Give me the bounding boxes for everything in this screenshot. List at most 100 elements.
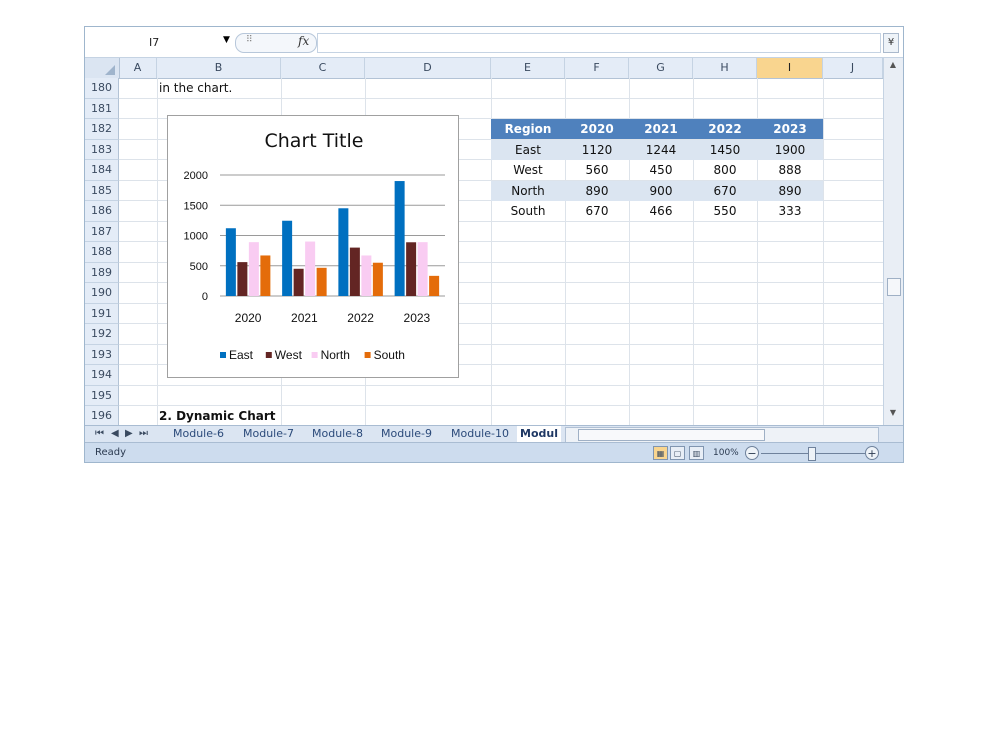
- row-gridline: [119, 97, 883, 99]
- row-header[interactable]: 189: [85, 262, 119, 283]
- row-header[interactable]: 182: [85, 119, 119, 140]
- table-header-2021[interactable]: 2021: [629, 119, 693, 139]
- expand-formula-bar-icon[interactable]: ¥: [883, 33, 899, 53]
- zoom-out-icon[interactable]: −: [745, 446, 759, 460]
- table-cell[interactable]: 466: [629, 201, 693, 221]
- name-box[interactable]: I7 ▼: [91, 33, 231, 51]
- table-cell[interactable]: 1244: [629, 139, 693, 160]
- row-header[interactable]: 191: [85, 303, 119, 324]
- zoom-in-icon[interactable]: +: [865, 446, 879, 460]
- row-header[interactable]: 180: [85, 78, 119, 99]
- sheet-tab-module-7[interactable]: Module-7: [243, 426, 294, 442]
- sheet-tab-active[interactable]: Modul: [517, 426, 561, 442]
- row-header[interactable]: 195: [85, 385, 119, 406]
- table-cell[interactable]: South: [491, 201, 565, 221]
- bar-north-2022: [361, 255, 372, 296]
- insert-function-pill[interactable]: ⠿ fx: [235, 33, 317, 53]
- cell-b180[interactable]: in the chart.: [159, 81, 232, 95]
- table-cell[interactable]: 1450: [693, 139, 757, 160]
- table-cell[interactable]: 1900: [757, 139, 823, 160]
- column-header-i[interactable]: I: [757, 58, 823, 78]
- row-header[interactable]: 196: [85, 406, 119, 425]
- vertical-scroll-thumb[interactable]: [887, 278, 901, 296]
- table-cell[interactable]: North: [491, 180, 565, 201]
- row-header[interactable]: 188: [85, 242, 119, 263]
- page-break-view-icon[interactable]: ▥: [689, 446, 704, 460]
- name-box-dropdown-icon[interactable]: ▼: [223, 35, 230, 45]
- row-header[interactable]: 194: [85, 365, 119, 386]
- table-cell[interactable]: 890: [757, 180, 823, 201]
- table-cell[interactable]: 670: [565, 201, 629, 221]
- vertical-scrollbar[interactable]: ▲ ▼: [883, 58, 903, 425]
- next-sheet-icon[interactable]: ▶: [125, 426, 133, 442]
- page-layout-view-icon[interactable]: ▢: [670, 446, 685, 460]
- select-all-button[interactable]: [85, 58, 120, 78]
- table-cell[interactable]: 333: [757, 201, 823, 221]
- row-header[interactable]: 192: [85, 324, 119, 345]
- formula-bar: I7 ▼ ⠿ fx ¥: [85, 27, 903, 58]
- table-cell[interactable]: 888: [757, 160, 823, 180]
- last-sheet-icon[interactable]: ⏭: [139, 426, 148, 442]
- table-cell[interactable]: 890: [565, 180, 629, 201]
- table-header-region[interactable]: Region: [491, 119, 565, 139]
- horizontal-scroll-thumb[interactable]: [578, 429, 765, 441]
- sheet-tab-module-8[interactable]: Module-8: [312, 426, 363, 442]
- legend-swatch-south: [364, 352, 371, 358]
- column-header-j[interactable]: J: [823, 58, 883, 78]
- first-sheet-icon[interactable]: ⏮: [95, 426, 104, 442]
- table-cell[interactable]: 900: [629, 180, 693, 201]
- status-bar: Ready ▦ ▢ ▥ 100% − +: [85, 442, 903, 462]
- table-cell[interactable]: 560: [565, 160, 629, 180]
- row-header[interactable]: 184: [85, 160, 119, 181]
- row-header[interactable]: 193: [85, 344, 119, 365]
- row-gridline: [119, 405, 883, 406]
- row-header[interactable]: 186: [85, 201, 119, 222]
- column-header-a[interactable]: A: [119, 58, 157, 78]
- y-tick-label: 2000: [184, 170, 208, 182]
- scroll-down-icon[interactable]: ▼: [886, 408, 900, 420]
- column-header-c[interactable]: C: [281, 58, 365, 78]
- bar-west-2022: [349, 247, 360, 296]
- table-cell[interactable]: East: [491, 139, 565, 160]
- column-gridline: [157, 78, 158, 425]
- status-ready: Ready: [95, 447, 127, 458]
- prev-sheet-icon[interactable]: ◀: [111, 426, 119, 442]
- bar-west-2020: [237, 262, 248, 296]
- row-header[interactable]: 190: [85, 283, 119, 304]
- column-header-g[interactable]: G: [629, 58, 693, 78]
- column-header-row: A B C D E F G H I J: [85, 58, 883, 79]
- sheet-tab-module-6[interactable]: Module-6: [173, 426, 224, 442]
- horizontal-scrollbar[interactable]: [565, 427, 879, 443]
- table-cell[interactable]: 450: [629, 160, 693, 180]
- column-header-b[interactable]: B: [157, 58, 281, 78]
- table-header-2023[interactable]: 2023: [757, 119, 823, 139]
- table-cell[interactable]: 670: [693, 180, 757, 201]
- table-cell[interactable]: 550: [693, 201, 757, 221]
- normal-view-icon[interactable]: ▦: [653, 446, 668, 460]
- bar-west-2021: [293, 268, 304, 296]
- column-header-f[interactable]: F: [565, 58, 629, 78]
- worksheet-grid[interactable]: 180 181 182 183 184 185 186 187 188 189 190 191 192 1…: [85, 78, 883, 425]
- row-header[interactable]: 185: [85, 180, 119, 201]
- column-header-h[interactable]: H: [693, 58, 757, 78]
- row-header[interactable]: 187: [85, 221, 119, 242]
- zoom-slider-thumb[interactable]: [808, 447, 816, 461]
- embedded-chart[interactable]: Chart Title 0 500 1000 1500 2000 2020 2021 2022…: [167, 115, 459, 378]
- scroll-up-icon[interactable]: ▲: [886, 60, 900, 72]
- column-header-d[interactable]: D: [365, 58, 491, 78]
- sheet-tab-module-9[interactable]: Module-9: [381, 426, 432, 442]
- insert-function-icon[interactable]: fx: [298, 34, 309, 48]
- table-cell[interactable]: West: [491, 160, 565, 180]
- cell-b196[interactable]: 2. Dynamic Chart: [159, 409, 276, 423]
- formula-input[interactable]: [317, 33, 881, 53]
- row-header[interactable]: 181: [85, 98, 119, 119]
- table-header-2020[interactable]: 2020: [565, 119, 629, 139]
- column-header-e[interactable]: E: [491, 58, 565, 78]
- sheet-tab-module-10[interactable]: Module-10: [451, 426, 509, 442]
- table-cell[interactable]: 1120: [565, 139, 629, 160]
- table-cell[interactable]: 800: [693, 160, 757, 180]
- table-header-2022[interactable]: 2022: [693, 119, 757, 139]
- zoom-level[interactable]: 100%: [713, 448, 739, 458]
- column-gridline: [823, 78, 824, 425]
- row-header[interactable]: 183: [85, 139, 119, 160]
